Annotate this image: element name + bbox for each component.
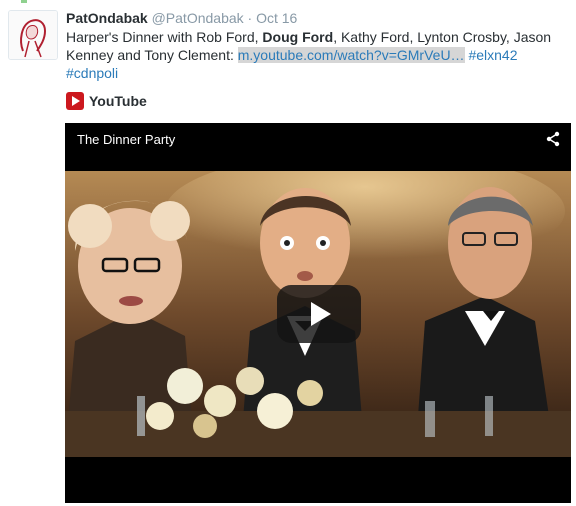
card-source-label: YouTube (89, 93, 147, 109)
author-handle[interactable]: @PatOndabak (152, 10, 244, 26)
video-link[interactable]: m.youtube.com/watch?v=GMrVeU… (237, 47, 465, 63)
tweet-date[interactable]: Oct 16 (256, 10, 297, 26)
card-source[interactable]: YouTube (66, 92, 147, 110)
hashtag-elxn42[interactable]: #elxn42 (468, 47, 517, 63)
tweet-header: PatOndabak @PatOndabak · Oct 16 (66, 9, 297, 27)
youtube-icon (66, 92, 84, 110)
video-player[interactable]: The Dinner Party (65, 123, 571, 503)
timeline-accent (21, 0, 27, 3)
play-icon[interactable] (277, 285, 361, 343)
video-title[interactable]: The Dinner Party (77, 132, 175, 147)
avatar[interactable] (8, 10, 58, 60)
tweet-text: Harper's Dinner with Rob Ford, Doug Ford… (66, 28, 566, 82)
hashtag-cdnpoli[interactable]: #cdnpoli (66, 65, 118, 81)
tweet-text-part1: Harper's Dinner with Rob Ford, (66, 29, 263, 45)
separator: · (247, 10, 253, 26)
tweet-text-bold: Doug Ford (262, 29, 334, 45)
author-name[interactable]: PatOndabak (66, 10, 148, 26)
avatar-illustration (9, 11, 57, 59)
share-icon[interactable] (545, 131, 561, 147)
